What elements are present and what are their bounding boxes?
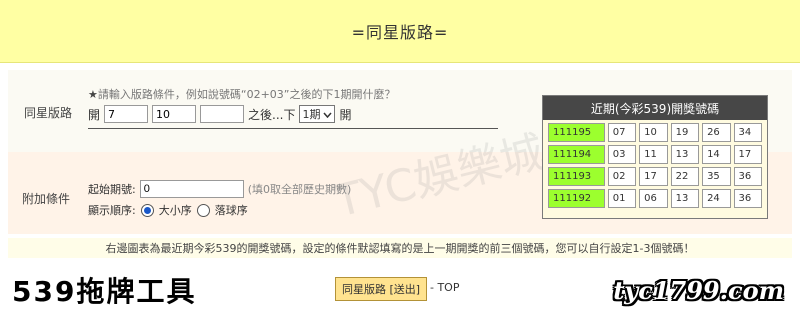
draw-number-cell: 03	[607, 145, 637, 164]
draw-number-cell: 02	[607, 167, 637, 186]
draw-number-cell: 26	[702, 123, 731, 142]
draw-number-cell: 13	[670, 145, 700, 164]
recent-draws-title: 近期(今彩539)開獎號碼	[543, 96, 767, 120]
draw-number-cell: 19	[670, 123, 700, 142]
order-option-size-label: 大小序	[158, 204, 192, 217]
draw-number-cell: 22	[670, 167, 700, 186]
recent-draws-panel: 近期(今彩539)開獎號碼 111195 07 10 19 26 34 111194 03 11…	[542, 95, 768, 219]
start-period-input[interactable]	[139, 180, 244, 198]
brand-logo-right: tyc1799.com	[613, 276, 784, 305]
draw-number-cell: 34	[733, 123, 762, 142]
star-icon: ★	[88, 88, 98, 101]
draw-number-cell: 35	[702, 167, 731, 186]
draw-row: 111195 07 10 19 26 34	[548, 123, 762, 142]
number-input-1[interactable]	[104, 105, 149, 123]
draw-number-cell: 06	[639, 189, 668, 208]
open-label: 開	[88, 107, 101, 122]
draw-period-cell: 111195	[548, 123, 605, 142]
draw-row: 111194 03 11 13 14 17	[548, 145, 762, 164]
extra-label: 附加條件	[22, 192, 71, 206]
draw-number-cell: 17	[733, 145, 762, 164]
start-period-hint: (填0取全部歷史期數)	[247, 183, 352, 196]
tail-input-row: 開 之後...下 1期 開	[88, 104, 351, 124]
draw-number-cell: 17	[639, 167, 668, 186]
submit-button[interactable]: 同星版路 [送出]	[335, 277, 427, 301]
draw-row: 111193 02 17 22 35 36	[548, 167, 762, 186]
tail-hint-text: 請輸入版路條件，例如說號碼“02+03”之後的下1期開什麼？	[97, 88, 396, 101]
draw-row: 111192 01 06 13 24 36	[548, 189, 762, 208]
start-period-row: 起始期號: (填0取全部歷史期數)	[88, 180, 351, 198]
draw-period-cell: 111194	[548, 145, 605, 164]
period-select[interactable]: 1期	[299, 105, 336, 123]
draw-number-cell: 10	[639, 123, 668, 142]
order-option-drop-label: 落球序	[214, 204, 248, 217]
brand-logo-left: 539拖牌工具	[12, 275, 197, 308]
display-order-label: 顯示順序:	[88, 204, 136, 217]
draw-number-cell: 07	[607, 123, 637, 142]
draw-number-cell: 13	[670, 189, 700, 208]
start-period-label: 起始期號:	[88, 183, 136, 196]
tail-hint: ★請輸入版路條件，例如說號碼“02+03”之後的下1期開什麼？	[88, 86, 395, 102]
draw-number-cell: 36	[733, 167, 762, 186]
draw-number-cell: 11	[639, 145, 668, 164]
draw-number-cell: 36	[733, 189, 762, 208]
note-text: 右邊圖表為最近期今彩539的開獎號碼，設定的條件默認填寫的是上一期開獎的前三個號…	[8, 238, 792, 258]
draw-number-cell: 01	[607, 189, 637, 208]
display-order-row: 顯示順序: 大小序 落球序	[88, 202, 248, 218]
recent-draws-table: 111195 07 10 19 26 34 111194 03 11 13 14 17 111193 02…	[545, 120, 765, 211]
draw-number-cell: 24	[702, 189, 731, 208]
order-radio-size[interactable]	[140, 203, 154, 217]
page-title: =同星版路=	[351, 23, 449, 42]
after-label: 之後...下	[248, 107, 296, 122]
top-link[interactable]: - TOP	[430, 281, 459, 294]
number-input-2[interactable]	[152, 105, 197, 123]
chevron-down-icon	[323, 108, 333, 121]
order-radio-drop[interactable]	[196, 203, 210, 217]
draw-number-cell: 14	[702, 145, 731, 164]
draw-period-cell: 111192	[548, 189, 605, 208]
number-input-3[interactable]	[200, 105, 245, 123]
tail-label: 同星版路	[24, 106, 73, 120]
period-select-value: 1期	[302, 108, 321, 121]
form-divider	[88, 128, 498, 129]
open-label-end: 開	[339, 107, 352, 122]
header-band: =同星版路=	[0, 0, 800, 63]
draw-period-cell: 111193	[548, 167, 605, 186]
